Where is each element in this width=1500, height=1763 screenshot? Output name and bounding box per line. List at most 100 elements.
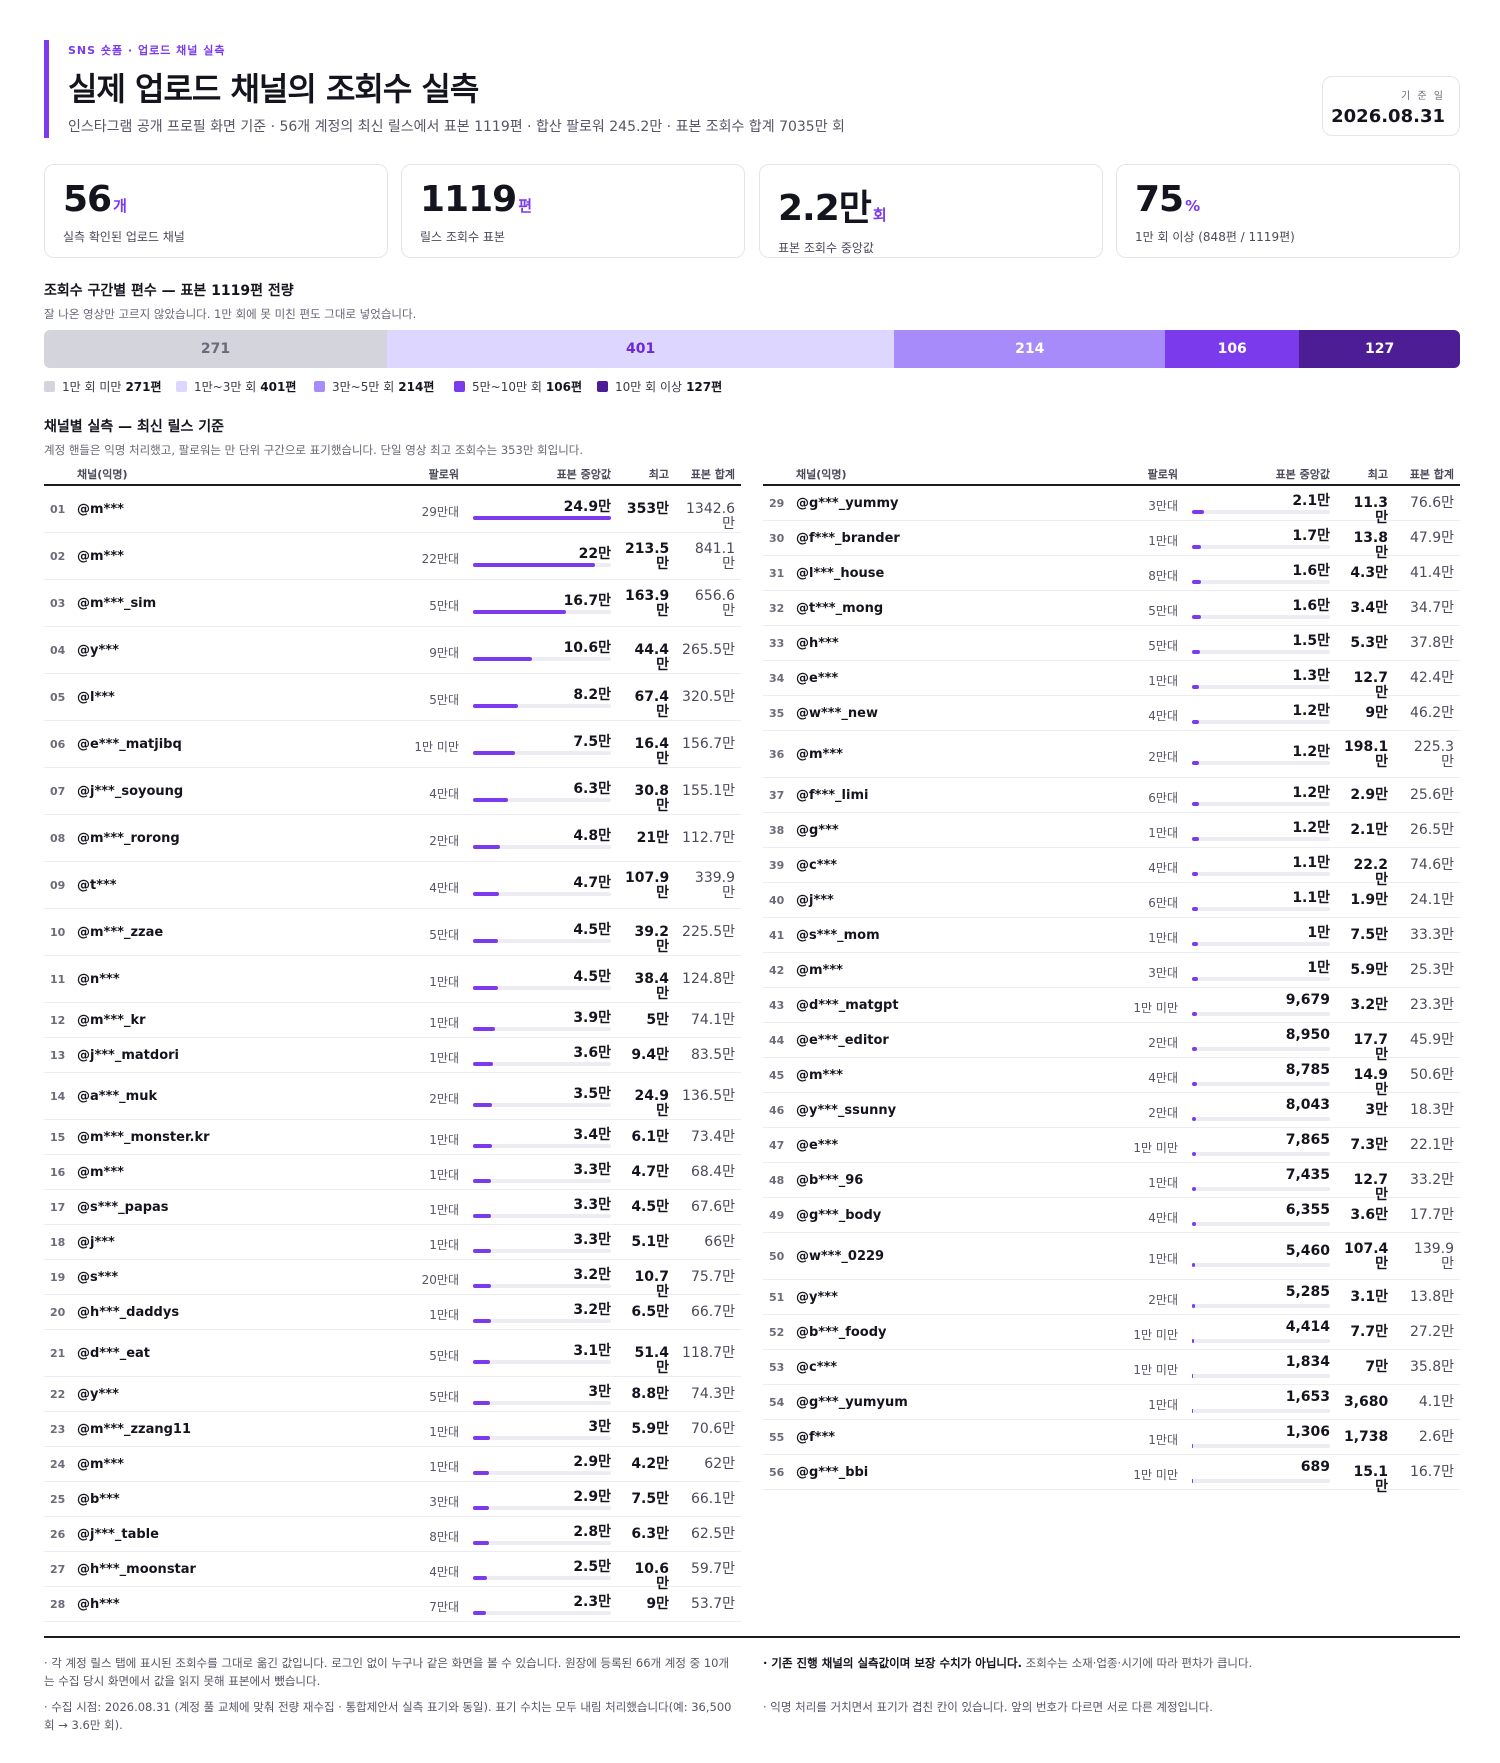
table-row: 44 @e***_editor 2만대 8,950 17.7만 45.9만 <box>763 1023 1460 1062</box>
median-bar-fill <box>473 1610 486 1615</box>
median-bar-fill <box>1192 614 1201 619</box>
row-number: 49 <box>769 1208 785 1222</box>
median-bar-fill <box>1192 941 1198 946</box>
median-views: 1.7만 <box>1292 527 1330 544</box>
max-views: 163.9만 <box>625 587 670 619</box>
legend-item: 3만~5만 회 214편 <box>314 378 434 395</box>
table-row: 02 @m*** 22만대 22만 213.5만 841.1만 <box>44 533 741 580</box>
max-views: 7만 <box>1365 1358 1388 1375</box>
total-views: 46.2만 <box>1409 704 1454 721</box>
table-row: 31 @l***_house 8만대 1.6만 4.3만 41.4만 <box>763 556 1460 591</box>
channel-handle: @t***_mong <box>796 600 884 616</box>
follower-range: 9만대 <box>429 645 459 660</box>
channels-title: 채널별 실측 — 최신 릴스 기준 <box>44 419 225 435</box>
channel-handle: @m***_monster.kr <box>77 1129 210 1145</box>
channel-handle: @b***_96 <box>796 1172 864 1188</box>
median-views: 4,414 <box>1285 1318 1330 1335</box>
median-bar-fill <box>1192 1081 1197 1086</box>
max-views: 67.4만 <box>634 688 669 720</box>
table-row: 56 @g***_bbi 1만 미만 689 15.1만 16.7만 <box>763 1455 1460 1494</box>
max-views: 15.1만 <box>1353 1463 1388 1495</box>
legend-label: 5만~10만 회 <box>472 380 542 394</box>
total-views: 45.9만 <box>1409 1031 1454 1048</box>
median-bar-fill <box>473 1248 492 1253</box>
median-bar-track <box>473 844 611 849</box>
follower-range: 29만대 <box>421 504 459 519</box>
median-views: 1.1만 <box>1292 854 1330 871</box>
follower-range: 1만대 <box>429 1202 459 1217</box>
max-views: 5.9만 <box>1350 961 1388 978</box>
median-views: 1,834 <box>1285 1353 1330 1370</box>
channel-handle: @m***_zzang11 <box>77 1421 191 1437</box>
legend-swatch-icon <box>597 381 608 392</box>
row-number: 52 <box>769 1325 785 1339</box>
follower-range: 5만대 <box>429 927 459 942</box>
row-number: 46 <box>769 1103 785 1117</box>
median-bar-track <box>473 515 611 520</box>
table-row: 26 @j***_table 8만대 2.8만 6.3만 62.5만 <box>44 1517 741 1552</box>
row-number: 56 <box>769 1465 785 1479</box>
legend-item: 1만 회 미만 271편 <box>44 378 162 395</box>
median-bar-fill <box>473 1143 492 1148</box>
table-row: 34 @e*** 1만대 1.3만 12.7만 42.4만 <box>763 661 1460 700</box>
follower-range: 8만대 <box>429 1529 459 1544</box>
channel-handle: @w***_new <box>796 705 878 721</box>
median-bar-fill <box>1192 1186 1197 1191</box>
max-views: 39.2만 <box>634 923 669 955</box>
median-bar-track <box>1192 684 1330 689</box>
table-row: 55 @f*** 1만대 1,306 1,738 2.6만 <box>763 1420 1460 1455</box>
distribution-title: 조회수 구간별 편수 — 표본 1119편 전량 <box>44 283 294 299</box>
total-views: 118.7만 <box>682 1344 735 1361</box>
table-row: 35 @w***_new 4만대 1.2만 9만 46.2만 <box>763 696 1460 731</box>
channel-handle: @g***_yummy <box>796 495 899 511</box>
median-views: 2.9만 <box>573 1453 611 1470</box>
follower-range: 1만대 <box>1148 930 1178 945</box>
channel-handle: @h***_moonstar <box>77 1561 196 1577</box>
median-views: 10.6만 <box>563 639 611 656</box>
median-bar-fill <box>1192 1116 1197 1121</box>
max-views: 3.4만 <box>1350 599 1388 616</box>
median-views: 4.5만 <box>573 968 611 985</box>
median-bar-track <box>1192 1221 1330 1226</box>
follower-range: 1만대 <box>429 1237 459 1252</box>
median-views: 3만 <box>588 1383 611 1400</box>
channels-section: 채널별 실측 — 최신 릴스 기준 계정 핸들은 익명 처리했고, 팔로워는 만… <box>44 416 1460 1622</box>
median-bar-fill <box>1192 1011 1198 1016</box>
max-views: 3.1만 <box>1350 1288 1388 1305</box>
footer-note-anonymization: · 익명 처리를 거치면서 표기가 겹친 칸이 있습니다. 앞의 번호가 다르면… <box>763 1700 1213 1714</box>
total-views: 136.5만 <box>682 1087 735 1104</box>
table-row: 07 @j***_soyoung 4만대 6.3만 30.8만 155.1만 <box>44 768 741 815</box>
row-number: 08 <box>50 831 66 845</box>
total-views: 26.5만 <box>1409 821 1454 838</box>
total-views: 75.7만 <box>690 1268 735 1285</box>
median-bar-fill <box>473 562 595 567</box>
total-views: 320.5만 <box>682 688 735 705</box>
kpi-card-samples: 1119 편 릴스 조회수 표본 <box>401 164 745 258</box>
table-row: 46 @y***_ssunny 2만대 8,043 3만 18.3만 <box>763 1093 1460 1128</box>
median-bar-track <box>1192 649 1330 654</box>
table-row: 23 @m***_zzang11 1만대 3만 5.9만 70.6만 <box>44 1412 741 1447</box>
kpi-label: 표본 조회수 중앙값 <box>778 241 874 255</box>
table-row: 25 @b*** 3만대 2.9만 7.5만 66.1만 <box>44 1482 741 1517</box>
total-views: 656.6만 <box>694 587 735 619</box>
max-views: 38.4만 <box>634 970 669 1002</box>
max-views: 6.3만 <box>631 1525 669 1542</box>
total-views: 1342.6만 <box>686 500 735 532</box>
reference-date-label: 기 준 일 <box>1401 91 1445 102</box>
table-row: 54 @g***_yumyum 1만대 1,653 3,680 4.1만 <box>763 1385 1460 1420</box>
header-accent-bar <box>44 40 49 138</box>
channel-handle: @y***_ssunny <box>796 1102 897 1118</box>
channel-handle: @m***_kr <box>77 1012 146 1028</box>
median-bar-fill <box>473 750 515 755</box>
legend-count: 401편 <box>260 380 297 394</box>
max-views: 24.9만 <box>634 1087 669 1119</box>
channel-handle: @y*** <box>796 1289 838 1305</box>
follower-range: 2만대 <box>429 833 459 848</box>
kpi-unit: 편 <box>518 197 533 215</box>
total-views: 155.1만 <box>682 782 735 799</box>
median-bar-fill <box>1192 1221 1196 1226</box>
table-row: 21 @d***_eat 5만대 3.1만 51.4만 118.7만 <box>44 1330 741 1377</box>
table-row: 30 @f***_brander 1만대 1.7만 13.8만 47.9만 <box>763 521 1460 560</box>
median-bar-track <box>473 1283 611 1288</box>
median-bar-fill <box>1192 1151 1197 1156</box>
